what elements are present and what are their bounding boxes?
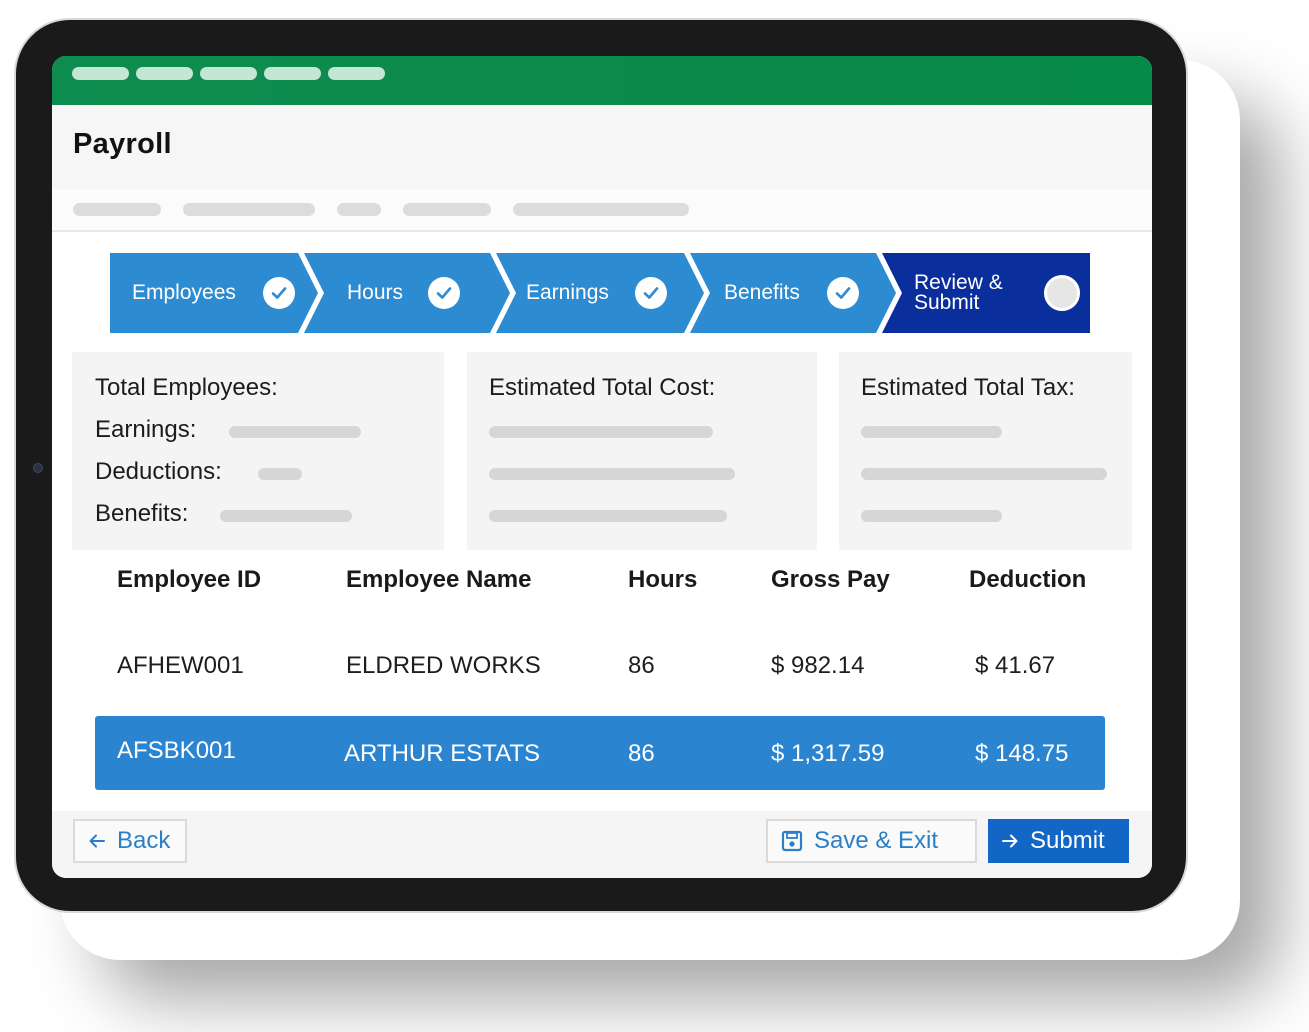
- summary-cards: Total Employees: Earnings: Deductions: B…: [72, 352, 1132, 550]
- cell-deduction: $ 41.67: [975, 652, 1056, 679]
- app-screen: Payroll Employees Hours Earnings Benefit…: [52, 56, 1152, 878]
- step-label: Employees: [132, 281, 236, 304]
- step-label-line1: Review &: [914, 271, 1003, 294]
- radio-dot-icon: [1044, 275, 1080, 311]
- page-title: Payroll: [73, 127, 172, 160]
- cell-deduction: $ 148.75: [975, 740, 1069, 767]
- tax-placeholder: [861, 510, 1002, 522]
- cost-placeholder: [489, 468, 735, 480]
- cell-hours: 86: [628, 652, 655, 679]
- benefits-label: Benefits:: [95, 500, 189, 527]
- table-row[interactable]: AFHEW001 ELDRED WORKS 86 $ 982.14 $ 41.6…: [95, 628, 1105, 702]
- breadcrumb-placeholder[interactable]: [513, 203, 689, 216]
- column-header-hours[interactable]: Hours: [628, 566, 697, 594]
- estimated-total-cost-label: Estimated Total Cost:: [489, 374, 716, 401]
- step-hours[interactable]: Hours: [306, 253, 496, 333]
- cost-placeholder: [489, 426, 713, 438]
- breadcrumb-placeholder[interactable]: [337, 203, 381, 216]
- cost-placeholder: [489, 510, 727, 522]
- step-earnings[interactable]: Earnings: [498, 253, 688, 333]
- nav-placeholder[interactable]: [72, 67, 129, 80]
- save-exit-button[interactable]: Save & Exit: [766, 819, 977, 863]
- cell-gross-pay: $ 982.14: [771, 652, 865, 679]
- summary-card-tax: Estimated Total Tax:: [839, 352, 1132, 550]
- step-label: Review & Submit: [914, 271, 1003, 314]
- action-footer: Back Save & Exit Submit: [52, 811, 1152, 878]
- earnings-label: Earnings:: [95, 416, 197, 443]
- step-label-line2: Submit: [914, 291, 980, 314]
- earnings-value-placeholder: [229, 426, 361, 438]
- cell-employee-id: AFHEW001: [117, 652, 244, 679]
- camera-icon: [33, 463, 43, 473]
- column-header-employee-id[interactable]: Employee ID: [117, 566, 261, 594]
- check-icon: [635, 277, 667, 309]
- cell-employee-name: ARTHUR ESTATS: [344, 740, 541, 767]
- step-label: Earnings: [526, 281, 609, 304]
- save-icon: [781, 830, 803, 852]
- arrow-left-icon: [89, 834, 105, 848]
- summary-card-employees: Total Employees: Earnings: Deductions: B…: [72, 352, 444, 550]
- cell-gross-pay: $ 1,317.59: [771, 740, 885, 767]
- back-button-label: Back: [117, 827, 171, 854]
- tax-placeholder: [861, 426, 1002, 438]
- back-button[interactable]: Back: [73, 819, 187, 863]
- wizard-stepper: Employees Hours Earnings Benefits Review…: [110, 253, 1090, 333]
- nav-placeholder[interactable]: [136, 67, 193, 80]
- check-icon: [428, 277, 460, 309]
- table-row-selected[interactable]: AFSBK001 ARTHUR ESTATS 86 $ 1,317.59 $ 1…: [95, 716, 1105, 790]
- total-employees-label: Total Employees:: [95, 374, 278, 401]
- submit-button[interactable]: Submit: [988, 819, 1129, 863]
- tablet-frame: Payroll Employees Hours Earnings Benefit…: [14, 18, 1188, 913]
- breadcrumb: [52, 189, 1152, 232]
- deductions-value-placeholder: [258, 468, 302, 480]
- column-header-employee-name[interactable]: Employee Name: [346, 566, 531, 594]
- benefits-value-placeholder: [220, 510, 352, 522]
- nav-placeholder[interactable]: [264, 67, 321, 80]
- nav-placeholder[interactable]: [200, 67, 257, 80]
- step-benefits[interactable]: Benefits: [692, 253, 882, 333]
- breadcrumb-placeholder[interactable]: [183, 203, 315, 216]
- cell-hours: 86: [628, 740, 655, 767]
- deductions-label: Deductions:: [95, 458, 222, 485]
- summary-card-cost: Estimated Total Cost:: [467, 352, 817, 550]
- nav-placeholder[interactable]: [328, 67, 385, 80]
- estimated-total-tax-label: Estimated Total Tax:: [861, 374, 1075, 401]
- arrow-right-icon: [1002, 834, 1018, 848]
- page-header: Payroll: [52, 105, 1152, 189]
- step-label: Benefits: [724, 281, 800, 304]
- save-exit-button-label: Save & Exit: [814, 827, 939, 854]
- cell-employee-name: ELDRED WORKS: [346, 652, 541, 679]
- top-nav-bar: [52, 56, 1152, 105]
- cell-employee-id: AFSBK001: [117, 737, 236, 764]
- breadcrumb-placeholder[interactable]: [403, 203, 491, 216]
- column-header-deduction[interactable]: Deduction: [969, 566, 1086, 594]
- submit-button-label: Submit: [1030, 827, 1105, 854]
- step-label: Hours: [347, 281, 404, 304]
- column-header-gross-pay[interactable]: Gross Pay: [771, 566, 890, 594]
- breadcrumb-placeholder[interactable]: [73, 203, 161, 216]
- check-icon: [263, 277, 295, 309]
- step-employees[interactable]: Employees: [110, 253, 310, 333]
- tax-placeholder: [861, 468, 1107, 480]
- step-review-submit[interactable]: Review & Submit: [884, 253, 1090, 333]
- check-icon: [827, 277, 859, 309]
